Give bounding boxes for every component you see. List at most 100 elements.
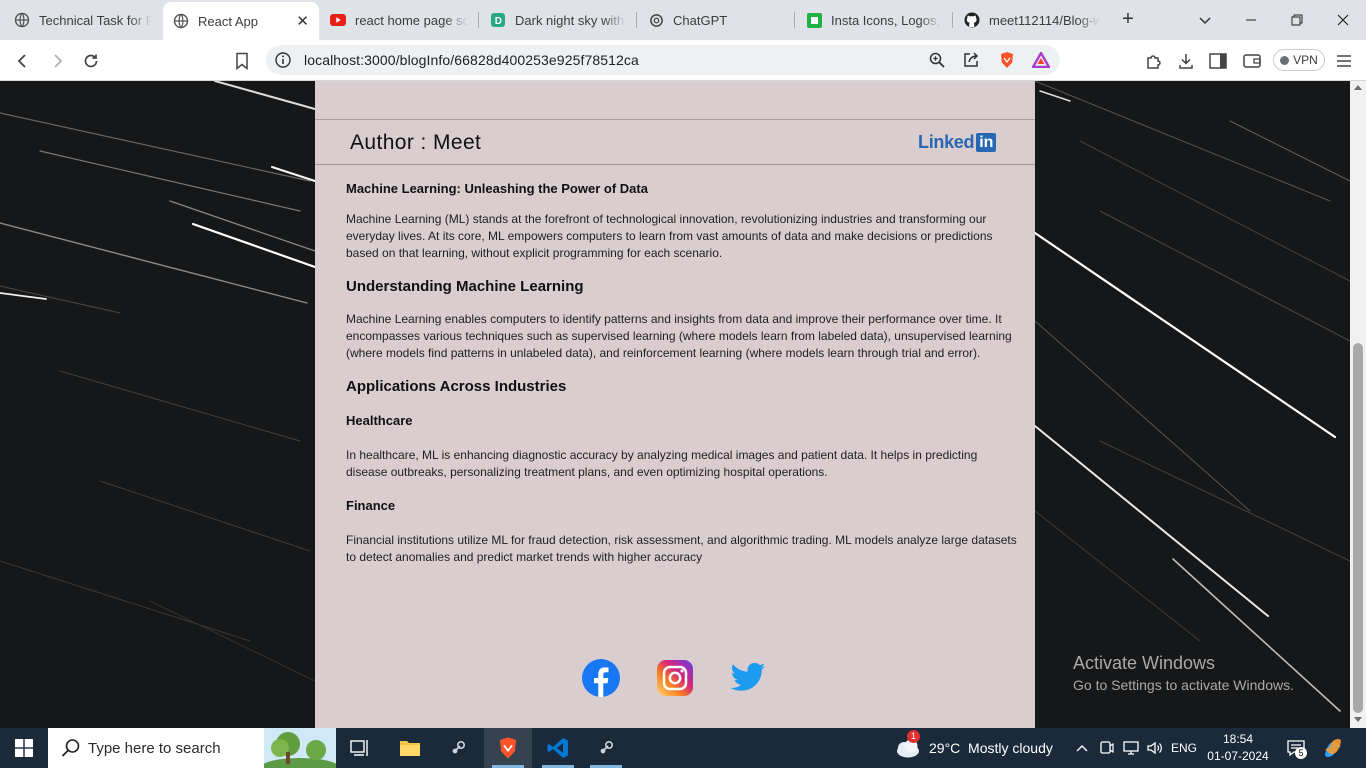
clock-date: 01-07-2024 [1207, 749, 1269, 763]
zoom-icon[interactable] [927, 50, 947, 70]
back-arrow-icon[interactable] [12, 50, 34, 72]
tab-title: react home page scro [355, 12, 468, 28]
vscode-icon[interactable] [534, 728, 582, 768]
share-icon[interactable] [961, 50, 981, 70]
tab-chatgpt[interactable]: ChatGPT [638, 4, 794, 36]
brave-rewards-icon[interactable] [1031, 50, 1051, 70]
healthcare-paragraph: In healthcare, ML is enhancing diagnosti… [346, 448, 978, 479]
file-explorer-icon[interactable] [386, 728, 434, 768]
tab-dark-night-sky[interactable]: D Dark night sky with b [480, 4, 636, 36]
restore-icon[interactable] [1274, 0, 1320, 40]
intro-paragraph: Machine Learning (ML) stands at the fore… [346, 212, 993, 260]
blog-title: Machine Learning: Unleashing the Power o… [346, 181, 648, 196]
url-text[interactable]: localhost:3000/blogInfo/66828d400253e925… [304, 52, 639, 68]
scroll-up-arrow-icon[interactable] [1354, 85, 1362, 90]
brave-shields-icon[interactable] [997, 50, 1017, 70]
tab-insta-icons[interactable]: Insta Icons, Logos, Sy [796, 4, 952, 36]
network-icon[interactable] [1120, 728, 1142, 768]
tab-github[interactable]: meet112114/Blog-we [954, 4, 1110, 36]
vpn-label: VPN [1293, 53, 1318, 67]
search-placeholder: Type here to search [88, 739, 221, 757]
meet-now-icon[interactable] [1097, 728, 1117, 768]
steam-running-icon[interactable] [582, 728, 630, 768]
blog-card: Author : Meet Linked in Machine Learning… [315, 81, 1035, 728]
close-tab-icon[interactable]: ✕ [296, 12, 309, 30]
tab-search-chevron-icon[interactable] [1195, 10, 1215, 30]
copilot-icon[interactable] [1318, 728, 1348, 768]
activate-windows-watermark: Activate Windows Go to Settings to activ… [1073, 651, 1294, 695]
search-highlight-scene-icon [264, 728, 336, 768]
blog-content: Machine Learning: Unleashing the Power o… [346, 181, 1019, 566]
d-app-icon: D [490, 12, 506, 28]
divider [315, 119, 1035, 120]
notification-center-icon[interactable]: 5 [1282, 728, 1310, 768]
author-name: Author : Meet [350, 131, 482, 154]
minimize-icon[interactable] [1228, 0, 1274, 40]
bookmark-icon[interactable] [231, 50, 253, 72]
notification-count-badge: 5 [1295, 747, 1307, 759]
facebook-icon[interactable] [582, 659, 620, 697]
browser-toolbar: localhost:3000/blogInfo/66828d400253e925… [0, 40, 1366, 81]
vpn-button[interactable]: VPN [1273, 49, 1325, 71]
scrollbar-thumb[interactable] [1353, 343, 1363, 713]
chatgpt-icon [648, 12, 664, 28]
section-heading-understanding: Understanding Machine Learning [346, 278, 584, 295]
volume-icon[interactable] [1144, 728, 1166, 768]
reload-icon[interactable] [80, 50, 102, 72]
instagram-icon[interactable] [656, 659, 694, 697]
watermark-title: Activate Windows [1073, 653, 1216, 673]
github-icon [964, 12, 980, 28]
tab-title: Dark night sky with b [515, 12, 626, 28]
windows-start-button[interactable] [0, 728, 48, 768]
tab-youtube[interactable]: react home page scro [320, 4, 478, 36]
tab-title: Insta Icons, Logos, Sy [831, 12, 942, 28]
task-view-icon[interactable] [336, 728, 384, 768]
finance-paragraph: Financial institutions utilize ML for fr… [346, 533, 1017, 564]
menu-icon[interactable] [1333, 50, 1355, 72]
watermark-subtitle: Go to Settings to activate Windows. [1073, 677, 1294, 693]
site-info-icon[interactable] [274, 51, 292, 69]
tab-title: meet112114/Blog-we [989, 12, 1100, 28]
tab-title: Technical Task for Re [39, 12, 152, 28]
system-clock[interactable]: 18:54 01-07-2024 [1204, 731, 1272, 765]
weather-text: 29°C Mostly cloudy [929, 740, 1053, 756]
input-language-indicator[interactable]: ENG [1166, 728, 1202, 768]
section-heading-applications: Applications Across Industries [346, 378, 567, 395]
wallet-icon[interactable] [1241, 50, 1263, 72]
subheading-healthcare: Healthcare [346, 413, 413, 428]
vpn-status-icon [1280, 55, 1290, 65]
weather-widget[interactable]: 1 29°C Mostly cloudy [893, 728, 1053, 768]
weather-cloud-icon: 1 [893, 730, 921, 759]
forward-arrow-icon[interactable] [46, 50, 68, 72]
new-tab-button[interactable]: + [1116, 8, 1140, 32]
tab-react-app[interactable]: React App ✕ [163, 2, 319, 40]
linkedin-logo-link[interactable]: Linked in [918, 131, 997, 153]
download-icon[interactable] [1175, 50, 1197, 72]
subheading-finance: Finance [346, 498, 396, 513]
brave-browser-icon[interactable] [484, 728, 532, 768]
card-top-band [315, 81, 1035, 119]
page-viewport: Author : Meet Linked in Machine Learning… [0, 81, 1350, 728]
youtube-icon [330, 12, 346, 28]
page-scrollbar[interactable] [1350, 81, 1366, 728]
close-window-icon[interactable] [1320, 0, 1366, 40]
tab-technical-task[interactable]: Technical Task for Re [4, 4, 162, 36]
extensions-icon[interactable] [1143, 50, 1165, 72]
scroll-down-arrow-icon[interactable] [1354, 717, 1362, 722]
windows-taskbar: Type here to search 1 29°C Mostly cloudy [0, 728, 1366, 768]
svg-text:D: D [495, 16, 502, 27]
weather-alert-badge: 1 [907, 730, 920, 743]
tab-title: React App [198, 13, 258, 29]
understanding-paragraph: Machine Learning enables computers to id… [346, 312, 1012, 360]
divider [315, 164, 1035, 165]
globe-icon [173, 13, 189, 29]
sidebar-icon[interactable] [1207, 50, 1229, 72]
browser-tab-strip: Technical Task for Re React App ✕ react … [0, 0, 1366, 40]
clock-time: 18:54 [1222, 732, 1254, 746]
taskbar-search-box[interactable]: Type here to search [48, 728, 336, 768]
linkedin-icon: in [976, 132, 997, 152]
twitter-icon[interactable] [729, 659, 767, 697]
show-hidden-icons-chevron-icon[interactable] [1072, 728, 1092, 768]
steam-icon[interactable] [434, 728, 482, 768]
address-bar[interactable]: localhost:3000/blogInfo/66828d400253e925… [266, 45, 1060, 75]
